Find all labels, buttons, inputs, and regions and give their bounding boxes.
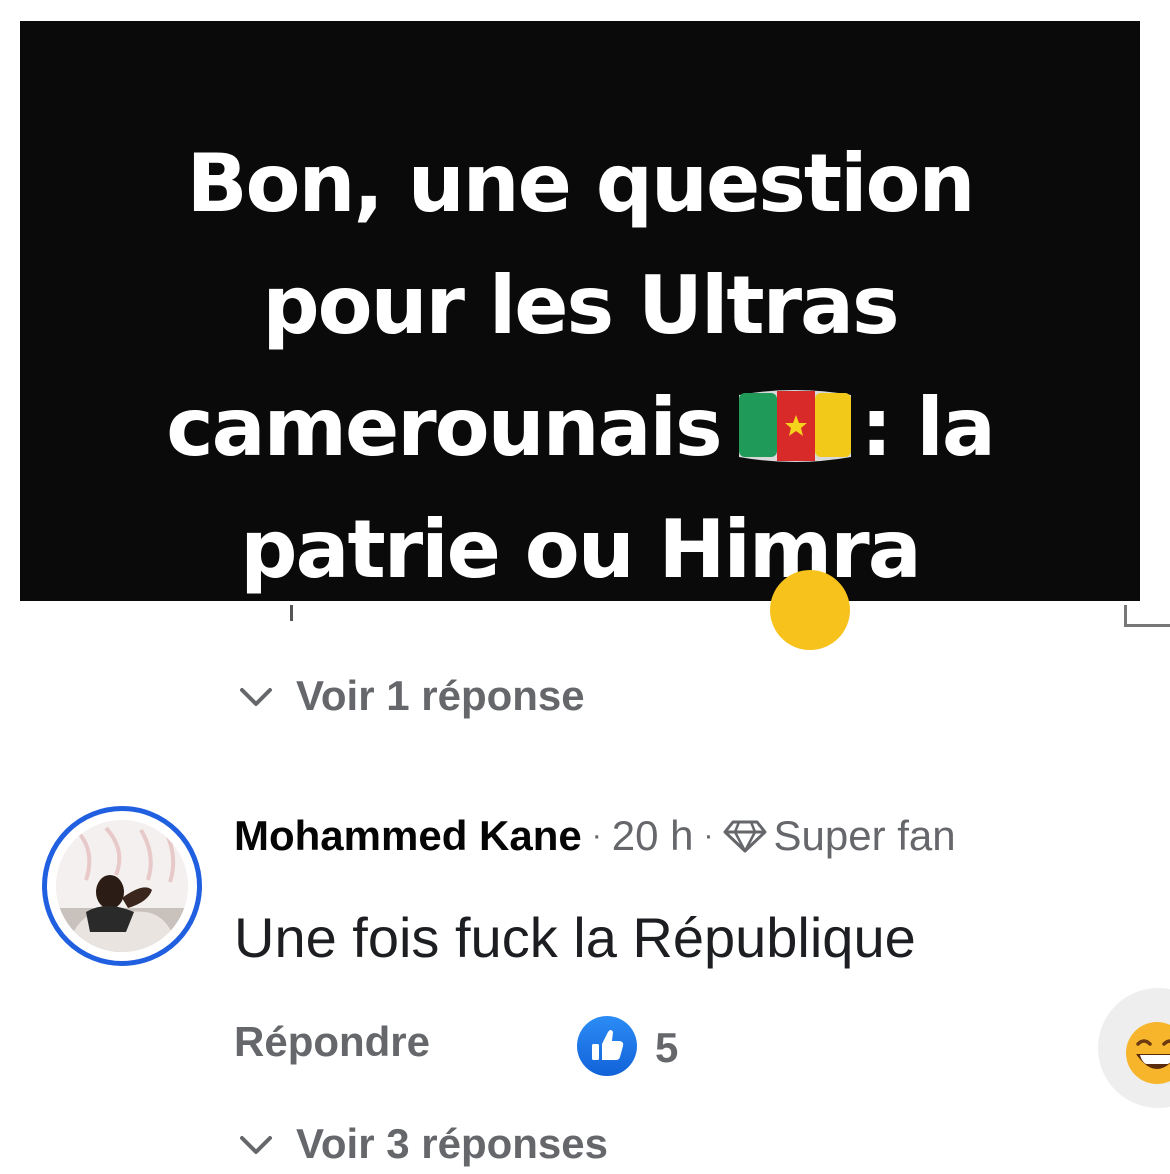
diamond-icon — [723, 820, 767, 853]
like-thumb-icon[interactable] — [575, 1014, 639, 1078]
separator-dot: · — [591, 819, 602, 852]
post-line-1: Bon, une question — [186, 137, 976, 230]
reply-button[interactable]: Répondre — [234, 1018, 430, 1066]
post-image[interactable]: Bon, une question pour les Ultras camero… — [20, 21, 1140, 601]
post-line-4: patrie ou Himra — [240, 503, 921, 596]
like-count: 5 — [655, 1024, 679, 1071]
cameroon-flag-icon — [738, 390, 851, 462]
avatar[interactable] — [56, 820, 188, 952]
super-fan-badge: Super fan — [773, 812, 956, 859]
post-line-3-start: camerounais — [166, 381, 722, 474]
view-replies-bottom-label: Voir 3 réponses — [296, 1120, 609, 1167]
avatar-photo — [56, 820, 188, 952]
view-replies-top[interactable]: Voir 1 réponse — [236, 672, 585, 720]
text-remnant — [290, 605, 293, 621]
chevron-down-icon — [240, 688, 272, 706]
post-line-3-end: : la — [860, 381, 996, 474]
comment-author[interactable]: Mohammed Kane — [234, 812, 582, 860]
laughing-emoji-icon — [1126, 1022, 1170, 1084]
comment-time[interactable]: 20 h — [612, 812, 694, 860]
post-text: Bon, une question pour les Ultras camero… — [20, 123, 1140, 601]
comment-text: Une fois fuck la République — [234, 906, 916, 969]
comment-header: Mohammed Kane · 20 h · Super fan — [234, 812, 956, 860]
chevron-down-icon — [240, 1136, 272, 1154]
emoji-peek — [770, 570, 850, 650]
post-line-3: camerounais : la — [20, 367, 1140, 489]
view-replies-top-label: Voir 1 réponse — [296, 672, 585, 719]
separator-dot: · — [703, 819, 714, 852]
view-replies-bottom[interactable]: Voir 3 réponses — [236, 1120, 608, 1168]
corner-remnant — [1124, 605, 1170, 627]
post-line-2: pour les Ultras — [262, 259, 899, 352]
